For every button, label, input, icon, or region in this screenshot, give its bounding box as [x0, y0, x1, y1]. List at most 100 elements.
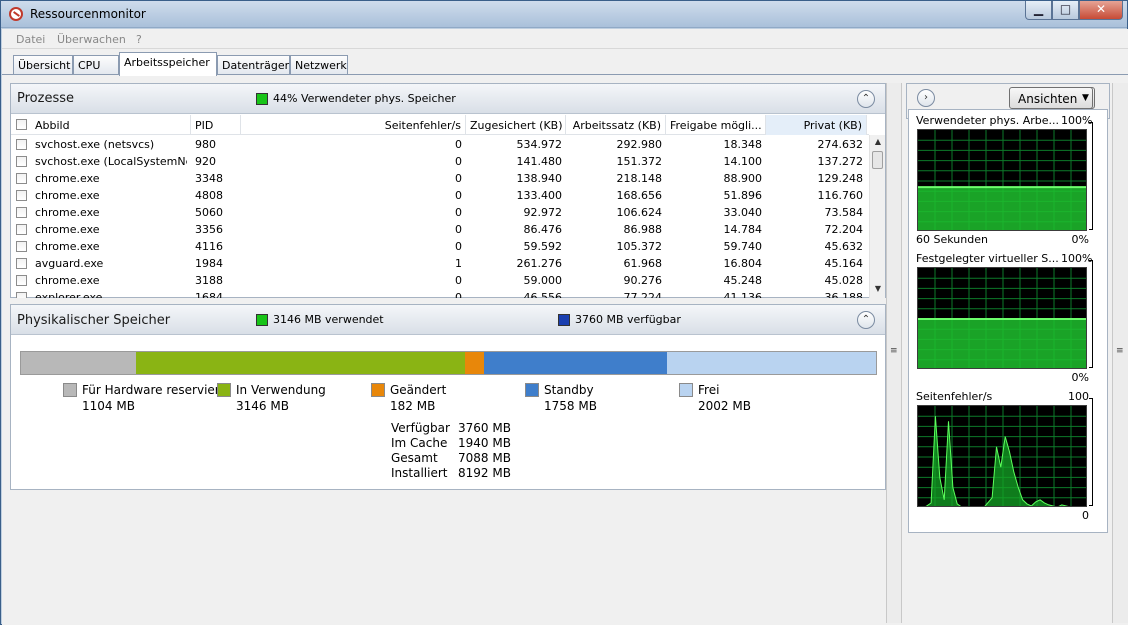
title-bar[interactable]: Ressourcenmonitor ▁ □ ✕ — [1, 1, 1127, 28]
cell-pid: 1984 — [195, 257, 223, 270]
table-row[interactable]: chrome.exe 3188 0 59.000 90.276 45.248 45.028 — [11, 272, 869, 289]
column-shareable[interactable]: Freigabe mögli... — [666, 115, 766, 135]
tab-network[interactable]: Netzwerk — [290, 55, 348, 75]
table-row[interactable]: svchost.exe (netsvcs) 980 0 534.972 292.980 1… — [11, 136, 869, 153]
graph-title: Verwendeter phys. Arbe... — [916, 114, 1060, 127]
physical-memory-header[interactable]: Physikalischer Speicher 3146 MB verwende… — [11, 305, 885, 335]
scroll-up-icon[interactable]: ▲ — [870, 135, 886, 149]
row-checkbox[interactable] — [16, 275, 27, 286]
tab-cpu[interactable]: CPU — [73, 55, 119, 75]
panel-splitter[interactable]: ≡ — [886, 83, 902, 623]
table-row[interactable]: chrome.exe 4808 0 133.400 168.656 51.896 116.7… — [11, 187, 869, 204]
menu-monitor[interactable]: Überwachen — [57, 33, 126, 46]
column-working-set[interactable]: Arbeitssatz (KB) — [566, 115, 666, 135]
processes-panel: Prozesse 44% Verwendeter phys. Speicher … — [10, 83, 886, 298]
cell-commit: 59.592 — [523, 240, 563, 253]
summary-label: Gesamt — [391, 451, 438, 465]
cell-commit: 46.556 — [523, 291, 563, 298]
views-dropdown-icon[interactable]: ▼ — [1079, 87, 1093, 109]
graph-scale-bracket — [1089, 398, 1093, 506]
used-memory-status: 3146 MB verwendet — [273, 313, 384, 326]
row-checkbox[interactable] — [16, 190, 27, 201]
table-row[interactable]: chrome.exe 3356 0 86.476 86.988 14.784 72.204 — [11, 221, 869, 238]
cell-pid: 3188 — [195, 274, 223, 287]
memory-summary: Verfügbar 3760 MB Im Cache 1940 MB Gesamt 708… — [391, 421, 531, 485]
cell-private: 36.188 — [824, 291, 864, 298]
graph-time-label: 60 Sekunden — [916, 233, 988, 246]
summary-label: Installiert — [391, 466, 448, 480]
row-checkbox[interactable] — [16, 156, 27, 167]
table-row[interactable]: avguard.exe 1984 1 261.276 61.968 16.804 45.16… — [11, 255, 869, 272]
column-private[interactable]: Privat (KB) — [766, 115, 867, 135]
scroll-thumb[interactable] — [872, 151, 883, 169]
maximize-button[interactable]: □ — [1052, 1, 1079, 20]
cell-pid: 980 — [195, 138, 216, 151]
cell-commit: 261.276 — [516, 257, 563, 270]
cell-shareable: 16.804 — [723, 257, 763, 270]
graph-plot — [917, 129, 1087, 231]
cell-commit: 141.480 — [516, 155, 563, 168]
cell-working-set: 77.224 — [623, 291, 663, 298]
cell-hard-faults: 0 — [455, 274, 462, 287]
close-button[interactable]: ✕ — [1079, 1, 1123, 20]
tab-overview[interactable]: Übersicht — [13, 55, 73, 75]
summary-label: Verfügbar — [391, 421, 450, 435]
table-row[interactable]: chrome.exe 3348 0 138.940 218.148 88.900 129.2… — [11, 170, 869, 187]
cell-working-set: 292.980 — [616, 138, 663, 151]
cell-image: explorer.exe — [35, 291, 103, 298]
column-commit[interactable]: Zugesichert (KB) — [466, 115, 566, 135]
scroll-down-icon[interactable]: ▼ — [870, 282, 886, 296]
select-all-checkbox[interactable] — [16, 119, 27, 130]
table-row[interactable]: chrome.exe 5060 0 92.972 106.624 33.040 73.584 — [11, 204, 869, 221]
legend-label: Frei — [698, 383, 720, 397]
row-checkbox[interactable] — [16, 292, 27, 298]
row-checkbox[interactable] — [16, 207, 27, 218]
row-checkbox[interactable] — [16, 139, 27, 150]
processes-title: Prozesse — [17, 91, 74, 106]
summary-value: 7088 MB — [458, 451, 511, 465]
tab-memory[interactable]: Arbeitsspeicher — [119, 52, 217, 76]
menu-file[interactable]: Datei — [16, 33, 45, 46]
physical-memory-title: Physikalischer Speicher — [17, 313, 171, 328]
cell-image: chrome.exe — [35, 274, 100, 287]
row-checkbox[interactable] — [16, 224, 27, 235]
menu-help[interactable]: ? — [136, 33, 142, 46]
cell-shareable: 45.248 — [723, 274, 763, 287]
cell-hard-faults: 0 — [455, 240, 462, 253]
memory-usage-swatch — [256, 93, 268, 105]
processes-table-header: Abbild PID Seitenfehler/s Zugesichert (K… — [11, 115, 869, 135]
cell-private: 45.164 — [824, 257, 864, 270]
right-splitter[interactable]: ≡ — [1112, 83, 1128, 623]
collapse-processes-button[interactable]: ⌃ — [857, 90, 875, 108]
column-hard-faults[interactable]: Seitenfehler/s — [241, 115, 466, 135]
cell-private: 274.632 — [817, 138, 864, 151]
minimize-button[interactable]: ▁ — [1025, 1, 1052, 20]
collapse-physical-memory-button[interactable]: ⌃ — [857, 311, 875, 329]
resource-monitor-window: Ressourcenmonitor ▁ □ ✕ Datei Überwachen… — [0, 0, 1128, 625]
row-checkbox[interactable] — [16, 241, 27, 252]
cell-private: 73.584 — [824, 206, 864, 219]
cell-pid: 4808 — [195, 189, 223, 202]
summary-label: Im Cache — [391, 436, 448, 450]
cell-hard-faults: 0 — [455, 138, 462, 151]
cell-working-set: 106.624 — [616, 206, 663, 219]
row-checkbox[interactable] — [16, 258, 27, 269]
row-checkbox[interactable] — [16, 173, 27, 184]
legend-value: 182 MB — [390, 399, 436, 413]
legend-label: Standby — [544, 383, 594, 397]
column-pid[interactable]: PID — [191, 115, 241, 135]
table-row[interactable]: svchost.exe (LocalSystemNet... 920 0 141.48… — [11, 153, 869, 170]
used-memory-swatch — [256, 314, 268, 326]
available-memory-status: 3760 MB verfügbar — [575, 313, 681, 326]
splitter-grip-icon: ≡ — [1116, 346, 1124, 356]
table-row[interactable]: explorer.exe 1684 0 46.556 77.224 41.136 36.18… — [11, 289, 869, 298]
expand-graphs-button[interactable]: › — [917, 89, 935, 107]
graph-plot — [917, 267, 1087, 369]
table-row[interactable]: chrome.exe 4116 0 59.592 105.372 59.740 45.632 — [11, 238, 869, 255]
graph-title: Seitenfehler/s — [916, 390, 993, 403]
memory-legend: Für Hardware reserviert 1104 MB In Verwend… — [63, 381, 873, 417]
tab-disk[interactable]: Datenträger — [217, 55, 290, 75]
column-image[interactable]: Abbild — [31, 115, 191, 135]
processes-header[interactable]: Prozesse 44% Verwendeter phys. Speicher … — [11, 84, 885, 114]
processes-scrollbar[interactable]: ▲ ▼ — [869, 135, 885, 298]
